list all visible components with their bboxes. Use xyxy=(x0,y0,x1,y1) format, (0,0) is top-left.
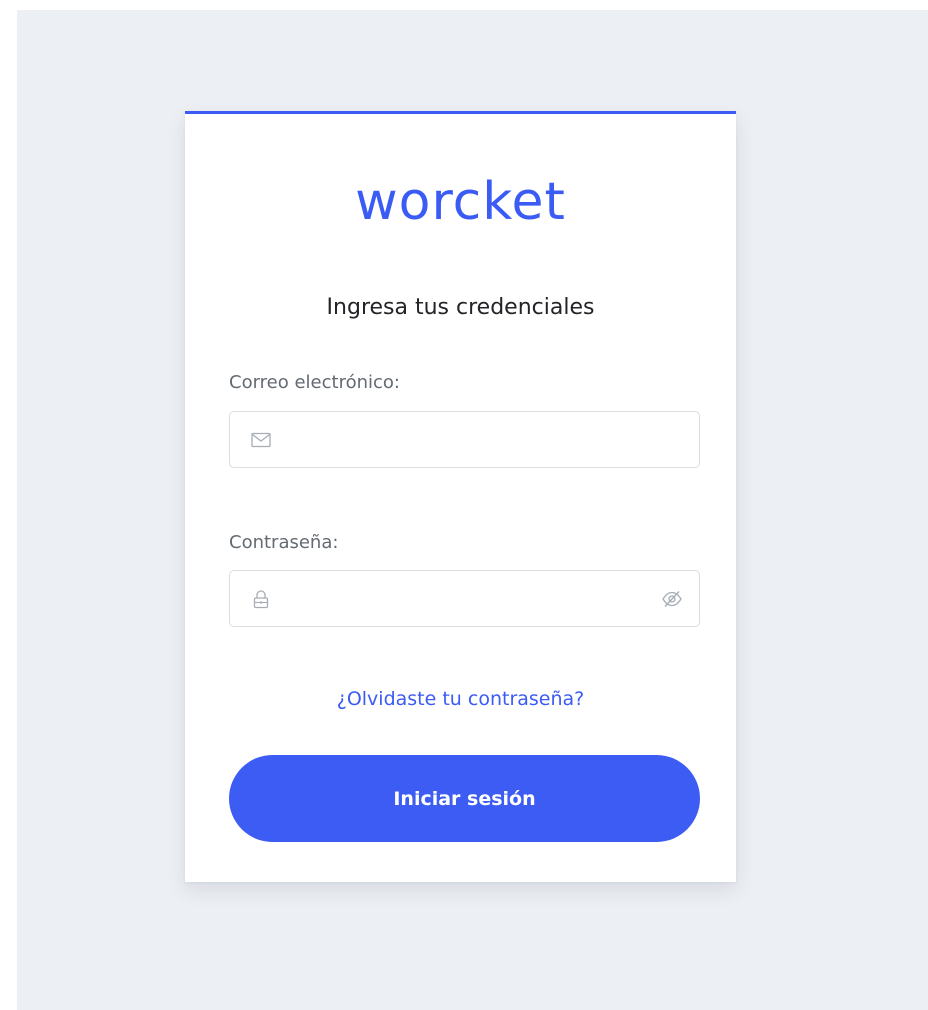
login-card: worcket Ingresa tus credenciales Correo … xyxy=(185,111,736,882)
eye-slash-icon[interactable] xyxy=(659,586,685,612)
email-field[interactable] xyxy=(229,411,700,468)
password-label: Contraseña: xyxy=(229,532,339,553)
login-button[interactable]: Iniciar sesión xyxy=(229,755,700,842)
page-background: worcket Ingresa tus credenciales Correo … xyxy=(17,10,928,1010)
email-label: Correo electrónico: xyxy=(229,372,400,393)
password-field[interactable] xyxy=(229,570,700,627)
forgot-password-link[interactable]: ¿Olvidaste tu contraseña? xyxy=(185,686,736,712)
password-input[interactable] xyxy=(272,571,659,626)
email-input[interactable] xyxy=(272,412,699,467)
envelope-icon xyxy=(250,429,272,451)
brand-logo: worcket xyxy=(355,172,566,232)
login-subtitle: Ingresa tus credenciales xyxy=(326,295,595,320)
lock-icon xyxy=(250,588,272,610)
